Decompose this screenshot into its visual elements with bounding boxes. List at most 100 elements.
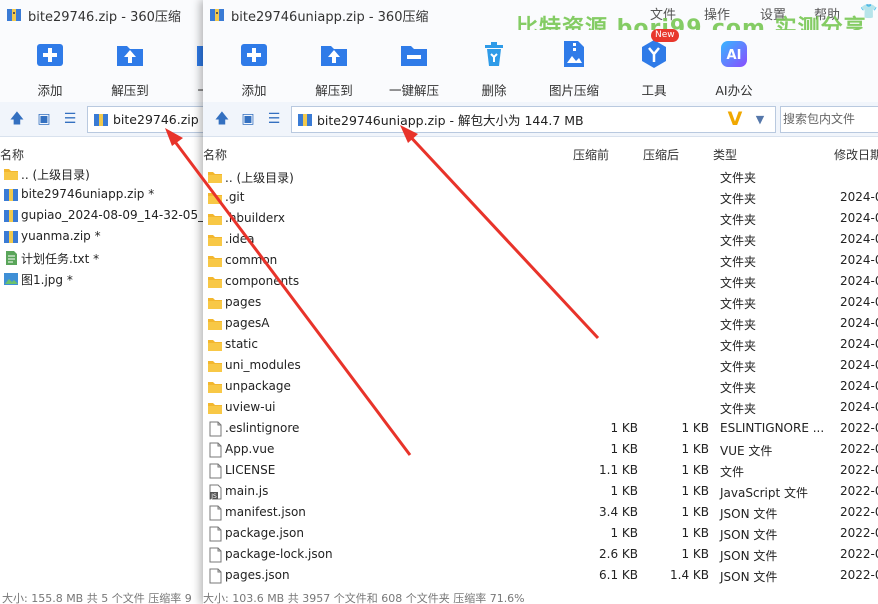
extract-to-button[interactable]: 解压到 (294, 38, 374, 99)
add-label: 添加 (241, 83, 267, 98)
zip-archive-icon (6, 7, 22, 23)
file-row[interactable]: yuanma.zip * (0, 226, 209, 247)
file-row[interactable]: .. (上级目录) (0, 163, 209, 184)
add-icon (238, 38, 270, 70)
ai-office-button[interactable]: AI AI办公 (694, 38, 774, 99)
folder-icon (207, 295, 223, 311)
list-view-icon[interactable]: ☰ (265, 110, 283, 128)
zip-archive-icon (3, 229, 19, 245)
file-row[interactable]: App.vue 1 KB 1 KB VUE 文件 2022-0 (203, 439, 878, 460)
file-type: VUE 文件 (720, 444, 773, 458)
new-badge: New (651, 29, 679, 42)
file-row[interactable]: bite29746uniapp.zip * (0, 184, 209, 205)
back-column-name[interactable]: 名称 (0, 146, 24, 163)
front-file-list: .. (上级目录) 文件夹 .git 文件夹 2024-0 .hbuilderx 文件夹 20… (203, 166, 878, 586)
file-row[interactable]: pages.json 6.1 KB 1.4 KB JSON 文件 2022-0 (203, 565, 878, 586)
file-type: 文件夹 (720, 339, 757, 353)
file-row[interactable]: gupiao_2024-08-09_14-32-05_m (0, 205, 209, 226)
column-before[interactable]: 压缩前 (573, 146, 609, 163)
image-compress-button[interactable]: 图片压缩 (534, 38, 614, 99)
file-type: 文件夹 (720, 276, 757, 290)
file-size-before: 2.6 KB (599, 547, 638, 561)
file-size-before: 1 KB (610, 526, 638, 540)
ai-office-icon: AI (718, 38, 750, 70)
image-file-icon (3, 271, 19, 287)
file-size-after: 1 KB (681, 484, 709, 498)
file-row[interactable]: pagesA 文件夹 2024-0 (203, 313, 878, 334)
file-row[interactable]: 图1.jpg * (0, 268, 209, 289)
file-name: LICENSE (225, 463, 276, 477)
file-row[interactable]: package-lock.json 2.6 KB 1 KB JSON 文件 2022-0 (203, 544, 878, 565)
folder-icon (207, 190, 223, 206)
file-type: 文件夹 (720, 171, 757, 185)
list-view-icon[interactable]: ☰ (61, 110, 79, 128)
file-name: 图1.jpg * (21, 273, 73, 287)
chevron-down-icon[interactable]: ▼ (752, 107, 768, 132)
file-type: 文件夹 (720, 192, 757, 206)
file-row[interactable]: .. (上级目录) 文件夹 (203, 166, 878, 187)
file-date: 2024-0 (840, 400, 878, 414)
tools-icon: New (638, 29, 679, 70)
column-type[interactable]: 类型 (713, 146, 737, 163)
file-type: JSON 文件 (720, 528, 778, 542)
file-type: 文件夹 (720, 381, 757, 395)
file-row[interactable]: .eslintignore 1 KB 1 KB ESLINTIGNORE ... 202… (203, 418, 878, 439)
one-click-extract-label: 一键解压 (388, 83, 439, 98)
file-type: JSON 文件 (720, 549, 778, 563)
file-row[interactable]: JS main.js 1 KB 1 KB JavaScript 文件 2022-0 (203, 481, 878, 502)
file-size-before: 6.1 KB (599, 568, 638, 582)
file-date: 2022-0 (840, 547, 878, 561)
folder-icon (207, 337, 223, 353)
file-name: package.json (225, 526, 305, 540)
view-icon[interactable]: ▣ (239, 110, 257, 128)
file-name: .eslintignore (225, 421, 300, 435)
up-arrow-icon[interactable]: 🡅 (213, 110, 231, 128)
file-name: static (225, 337, 258, 351)
tools-button[interactable]: New 工具 (614, 29, 694, 99)
file-row[interactable]: .hbuilderx 文件夹 2024-0 (203, 208, 878, 229)
file-row[interactable]: components 文件夹 2024-0 (203, 271, 878, 292)
file-row[interactable]: uview-ui 文件夹 2024-0 (203, 397, 878, 418)
file-name: unpackage (225, 379, 291, 393)
file-type: 文件夹 (720, 234, 757, 248)
file-name: .idea (225, 232, 255, 246)
one-click-extract-button[interactable]: 一键解压 (374, 38, 454, 99)
file-type: 文件 (720, 465, 745, 479)
front-status-bar: 大小: 103.6 MB 共 3957 个文件和 608 个文件夹 压缩率 71… (203, 592, 525, 604)
tools-label: 工具 (641, 83, 667, 98)
file-type: ESLINTIGNORE ... (720, 421, 825, 435)
file-row[interactable]: common 文件夹 2024-0 (203, 250, 878, 271)
file-row[interactable]: 计划任务.txt * (0, 247, 209, 268)
file-row[interactable]: package.json 1 KB 1 KB JSON 文件 2022-0 (203, 523, 878, 544)
column-name[interactable]: 名称 (203, 146, 227, 163)
file-row[interactable]: LICENSE 1.1 KB 1 KB 文件 2022-0 (203, 460, 878, 481)
folder-icon (3, 166, 19, 182)
back-toolbar: 添加 解压到 一键 (0, 30, 209, 102)
back-address-bar[interactable]: bite29746.zip - (87, 106, 209, 133)
up-arrow-icon[interactable]: 🡅 (8, 110, 26, 128)
file-row[interactable]: manifest.json 3.4 KB 1 KB JSON 文件 2022-0 (203, 502, 878, 523)
back-status-bar: 大小: 155.8 MB 共 5 个文件 压缩率 9 (2, 592, 192, 604)
file-row[interactable]: .git 文件夹 2024-0 (203, 187, 878, 208)
view-icon[interactable]: ▣ (35, 110, 53, 128)
file-row[interactable]: pages 文件夹 2024-0 (203, 292, 878, 313)
file-size-after: 1 KB (681, 505, 709, 519)
file-name: .. (上级目录) (225, 171, 294, 185)
file-name: common (225, 253, 278, 267)
file-row[interactable]: .idea 文件夹 2024-0 (203, 229, 878, 250)
back-add-button[interactable]: 添加 (10, 38, 90, 99)
add-button[interactable]: 添加 (214, 38, 294, 99)
column-modified[interactable]: 修改日期 (834, 146, 878, 163)
file-row[interactable]: unpackage 文件夹 2024-0 (203, 376, 878, 397)
delete-button[interactable]: 删除 (454, 38, 534, 99)
file-row[interactable]: uni_modules 文件夹 2024-0 (203, 355, 878, 376)
file-name: gupiao_2024-08-09_14-32-05_m (21, 208, 210, 222)
back-extract-to-button[interactable]: 解压到 (90, 38, 170, 99)
front-address-bar[interactable]: bite29746uniapp.zip - 解包大小为 144.7 MB V ▼ (291, 106, 776, 133)
file-type: 文件夹 (720, 402, 757, 416)
column-after[interactable]: 压缩后 (643, 146, 679, 163)
back-window: bite29746.zip - 360压缩 添加 解压到 一键 🡅 ▣ ☰ bi… (0, 0, 210, 604)
search-input[interactable]: 搜索包内文件 (780, 106, 878, 133)
v-logo-icon[interactable]: V (725, 107, 745, 132)
file-row[interactable]: static 文件夹 2024-0 (203, 334, 878, 355)
